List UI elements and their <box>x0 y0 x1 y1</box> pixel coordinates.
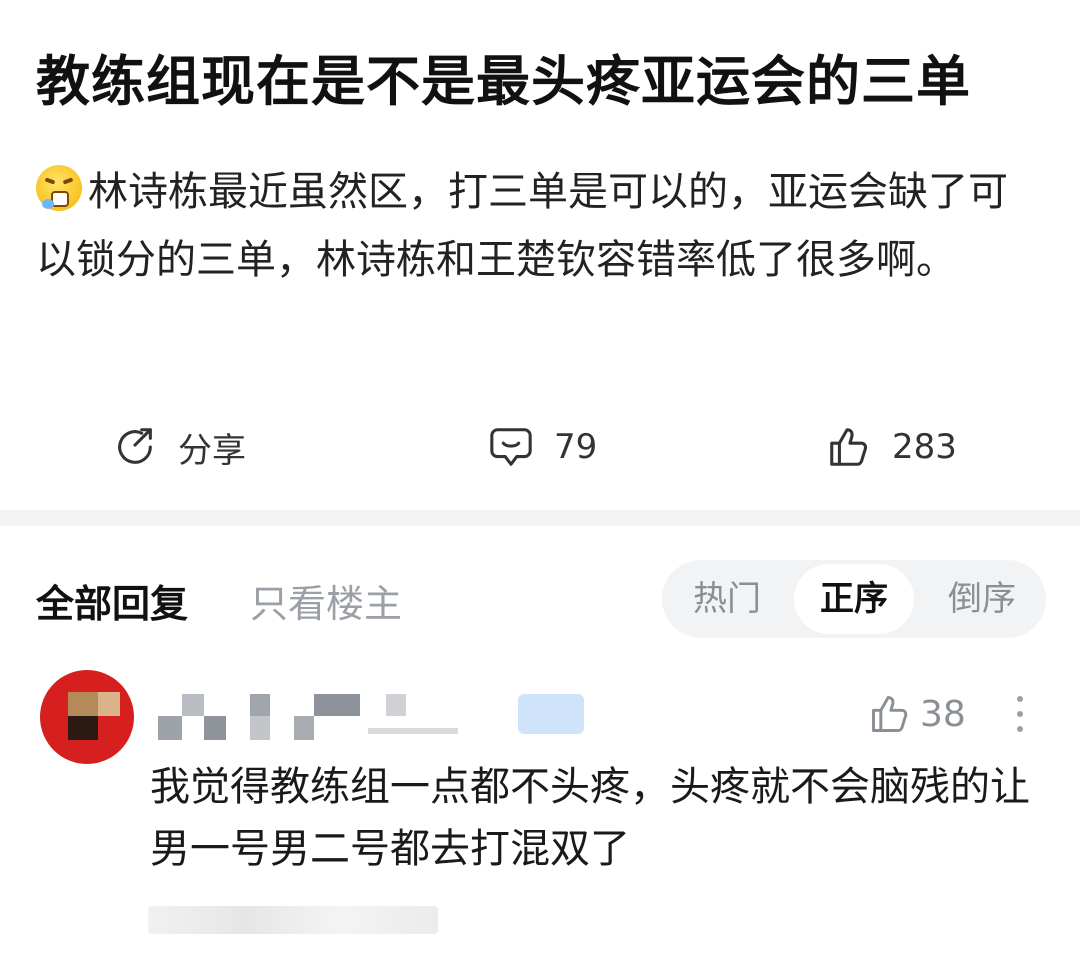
sneezing-face-icon <box>36 165 82 211</box>
thumbs-up-icon <box>830 428 868 466</box>
tab-all-replies[interactable]: 全部回复 <box>36 573 188 628</box>
share-icon <box>118 428 152 464</box>
share-label: 分享 <box>178 430 246 471</box>
like-button[interactable]: 283 <box>826 412 957 482</box>
more-options-icon[interactable] <box>1010 696 1030 740</box>
comment-icon <box>490 428 532 466</box>
post-body-text: 林诗栋最近虽然区，打三单是可以的，亚运会缺了可以锁分的三单，林诗栋和王楚钦容错率… <box>36 169 1008 283</box>
comment-text: 我觉得教练组一点都不头疼，头疼就不会脑残的让男一号男二号都去打混双了 <box>150 764 1030 872</box>
tab-op-only[interactable]: 只看楼主 <box>250 573 402 628</box>
comment-meta-blurred <box>148 906 438 934</box>
post-body: 林诗栋最近虽然区，打三单是可以的，亚运会缺了可以锁分的三单，林诗栋和王楚钦容错率… <box>36 158 1036 294</box>
thumbs-up-icon <box>872 696 908 732</box>
comment-count: 79 <box>554 427 598 467</box>
like-count: 283 <box>892 427 957 467</box>
comment-like-button[interactable]: 38 <box>868 692 966 736</box>
section-divider <box>0 510 1080 526</box>
post-action-bar: 分享 79 283 <box>0 412 1080 482</box>
post-title: 教练组现在是不是最头疼亚运会的三单 <box>36 50 971 113</box>
share-button[interactable]: 分享 <box>112 412 246 482</box>
reply-filter-tabs: 全部回复 只看楼主 <box>36 570 402 630</box>
sort-hot[interactable]: 热门 <box>682 560 772 638</box>
comment-button[interactable]: 79 <box>488 412 597 482</box>
comment-like-count: 38 <box>920 693 966 735</box>
sort-segmented-control: 热门 正序 倒序 <box>662 560 1046 638</box>
sort-descending[interactable]: 倒序 <box>932 560 1032 638</box>
sort-ascending[interactable]: 正序 <box>794 564 914 634</box>
avatar[interactable] <box>40 670 134 764</box>
